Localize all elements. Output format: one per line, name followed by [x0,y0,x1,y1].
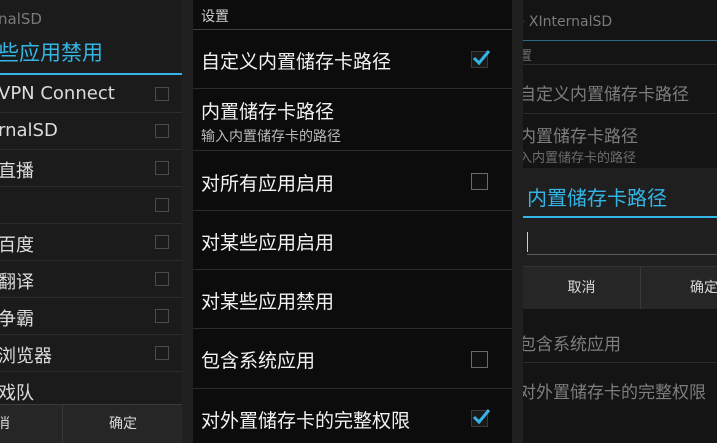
settings-screen: 设置 自定义内置储存卡路径 内置储存卡路径 输入内置储存卡的路径 对所有应用启用… [182,0,523,443]
pref-include-system-apps[interactable]: 包含系统应用 [193,329,512,389]
path-input-dialog: 内置储存卡路径 取消 确定 [523,168,717,309]
path-input[interactable] [527,228,717,255]
app-name: 直播 [0,161,34,182]
app-name: rnalSD [0,120,58,141]
bg-pref-title: 对外置储存卡的完整权限 [523,383,706,403]
text-cursor [527,232,528,252]
section-header: 设置 [201,9,229,25]
app-checkbox[interactable] [155,87,169,101]
app-list: VPN Connect rnalSD 直播 百度 翻译 争霸 浏览器 戏队 [0,76,182,409]
bg-pref-title: 内置储存卡路径 [523,127,638,147]
app-name: 戏队 [0,383,34,404]
app-name: VPN Connect [0,83,115,104]
pref-title: 自定义内置储存卡路径 [201,51,392,73]
app-list-item[interactable]: 争霸 [0,298,182,335]
pref-internal-path[interactable]: 内置储存卡路径 输入内置储存卡的路径 [193,89,512,151]
dialog-title: 内置储存卡路径 [527,186,667,210]
pref-summary: 输入内置储存卡的路径 [201,129,341,145]
pref-enable-some-apps[interactable]: 对某些应用启用 [193,211,512,270]
checkbox[interactable] [471,351,488,368]
pref-title: 内置储存卡路径 [201,101,335,123]
app-title: ) XInternalSD [523,14,613,30]
left-app-select-dialog: nalSD 些应用禁用 VPN Connect rnalSD 直播 百度 翻译 … [0,0,182,443]
section-header: 置 [523,49,533,64]
app-checkbox[interactable] [155,124,169,138]
dialog-title: 些应用禁用 [0,41,103,65]
app-list-item[interactable]: VPN Connect [0,76,182,113]
divider [523,113,717,114]
cancel-button[interactable]: 取消 [523,267,640,309]
title-divider [0,73,182,75]
settings-list: 设置 自定义内置储存卡路径 内置储存卡路径 输入内置储存卡的路径 对所有应用启用… [193,0,512,443]
app-list-item[interactable]: 翻译 [0,261,182,298]
checkbox-checked-icon[interactable] [471,50,491,68]
path-input-screen: ) XInternalSD 置 自定义内置储存卡路径 内置储存卡路径 入内置储存… [523,0,717,443]
app-title-fragment: nalSD [0,10,42,28]
app-list-item[interactable] [0,187,182,224]
app-checkbox[interactable] [155,346,169,360]
pref-external-full-access[interactable]: 对外置储存卡的完整权限 [193,389,512,443]
app-list-item[interactable]: rnalSD [0,113,182,150]
right-edge [512,0,523,443]
checkbox[interactable] [471,173,488,190]
ok-button[interactable]: 确定 [640,267,717,309]
app-name: 百度 [0,235,34,256]
dialog-button-bar: 消 确定 [0,404,182,443]
pref-title: 包含系统应用 [201,350,316,372]
app-checkbox[interactable] [155,272,169,286]
app-checkbox[interactable] [155,198,169,212]
app-checkbox[interactable] [155,235,169,249]
app-list-item[interactable]: 浏览器 [0,335,182,372]
title-divider [523,40,717,41]
divider [523,362,717,363]
ok-button[interactable]: 确定 [62,405,182,443]
pref-disable-some-apps[interactable]: 对某些应用禁用 [193,270,512,329]
title-divider [523,216,717,218]
pref-title: 对外置储存卡的完整权限 [201,410,411,432]
bg-pref-title: 包含系统应用 [523,335,621,355]
left-edge [182,0,193,443]
pref-enable-all-apps[interactable]: 对所有应用启用 [193,151,512,211]
pref-title: 对所有应用启用 [201,173,335,195]
pref-custom-internal-path[interactable]: 自定义内置储存卡路径 [193,30,512,89]
app-checkbox[interactable] [155,309,169,323]
app-list-item[interactable]: 百度 [0,224,182,261]
app-name: 翻译 [0,272,34,293]
bg-pref-title: 自定义内置储存卡路径 [523,85,689,105]
app-name: 浏览器 [0,346,52,367]
app-name: 争霸 [0,309,34,330]
app-checkbox[interactable] [155,161,169,175]
app-list-item[interactable]: 直播 [0,150,182,187]
dialog-button-bar: 取消 确定 [523,266,717,309]
checkbox-checked-icon[interactable] [471,409,491,427]
pref-title: 对某些应用启用 [201,232,335,254]
divider [523,64,717,65]
cancel-button[interactable]: 消 [0,405,58,443]
pref-title: 对某些应用禁用 [201,291,335,313]
bg-pref-summary: 入内置储存卡的路径 [523,151,637,166]
